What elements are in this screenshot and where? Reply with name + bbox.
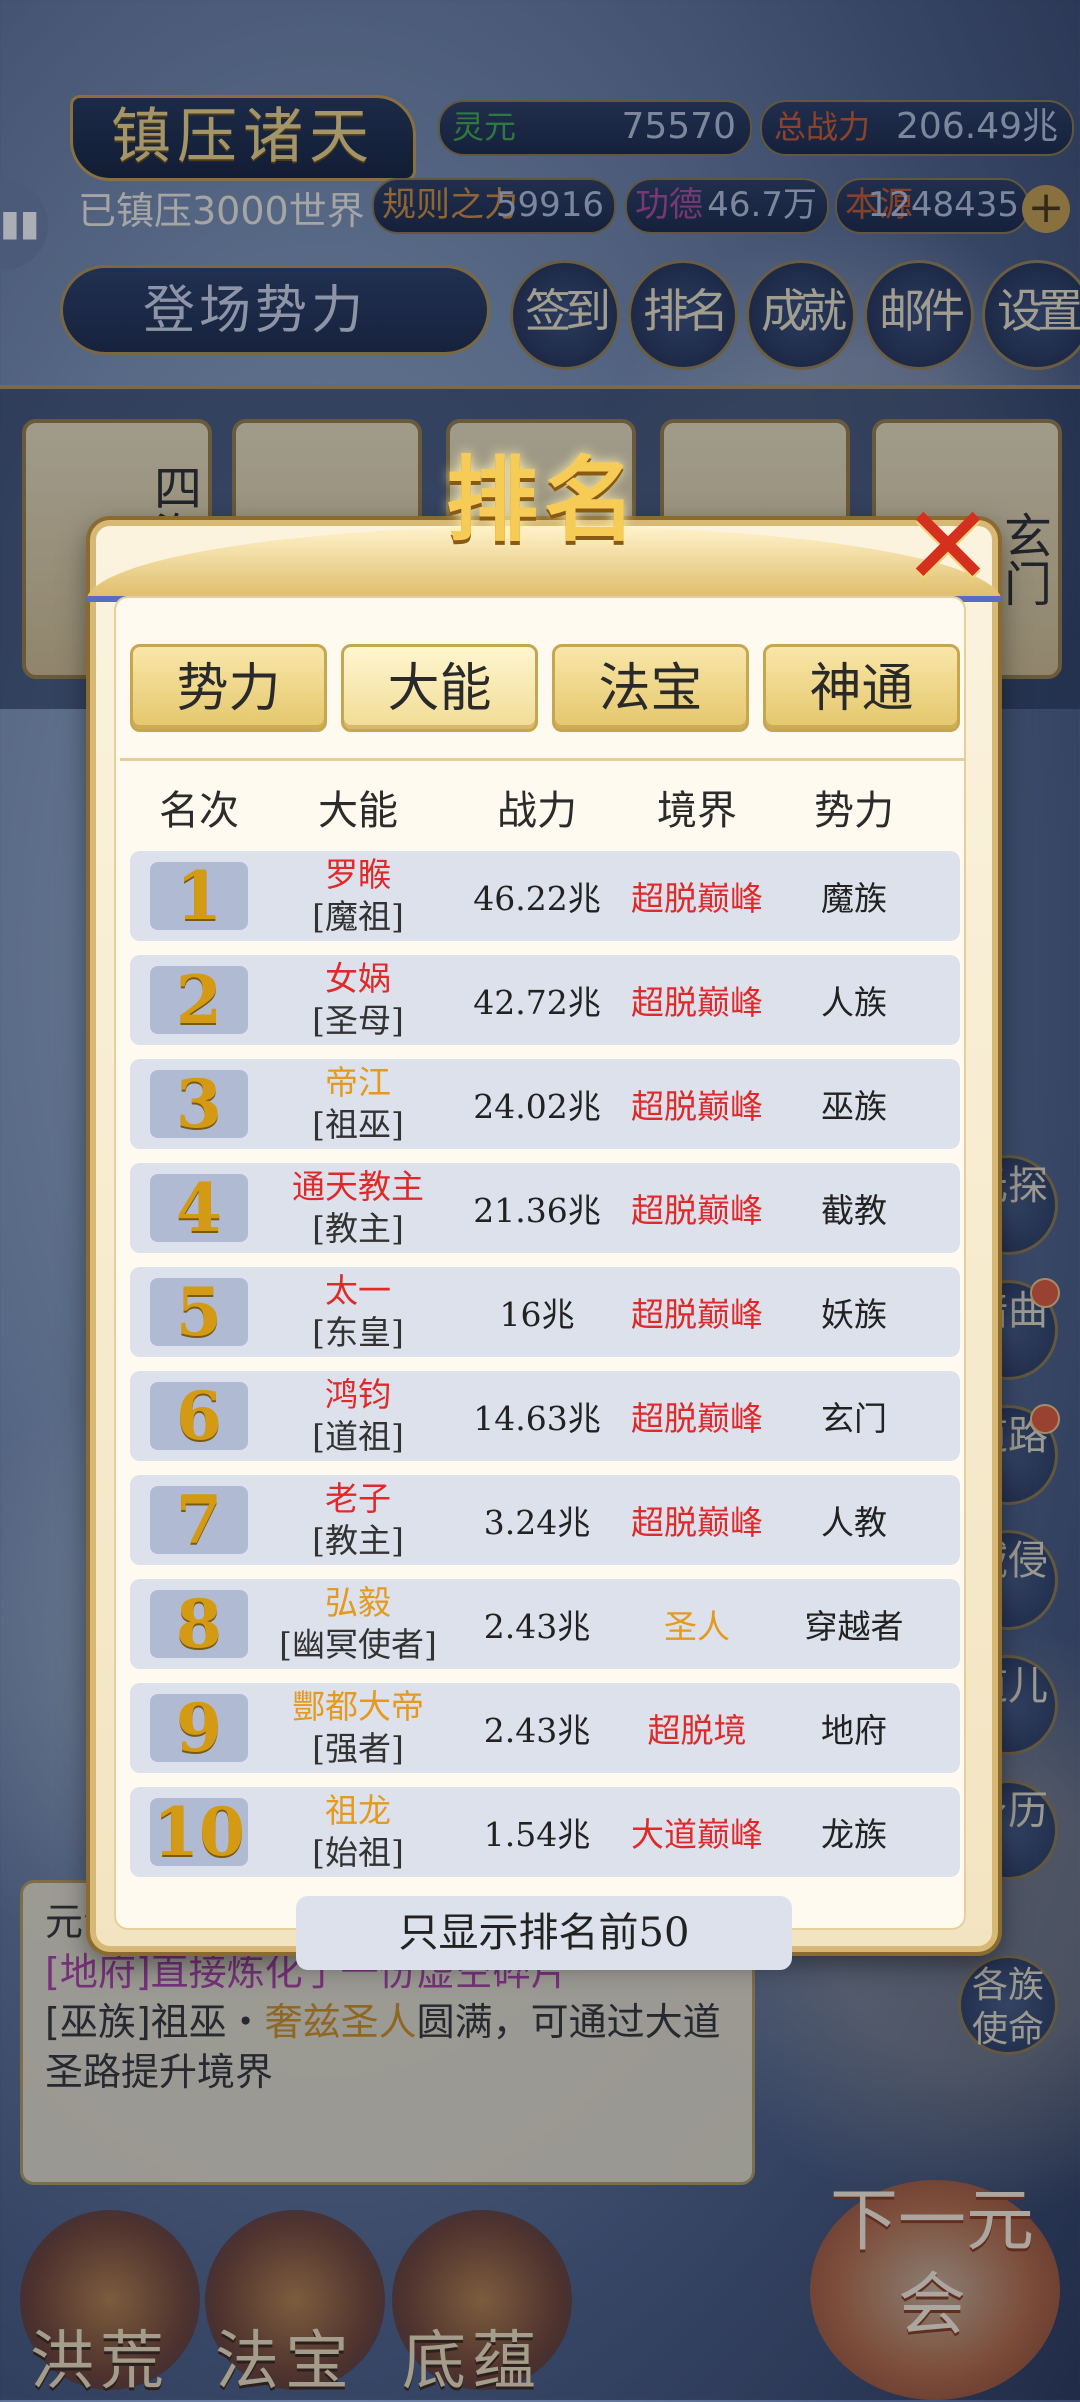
faction-value: 地府 xyxy=(821,1711,887,1750)
table-row[interactable]: 4 通天教主 [教主] 21.36兆 超脱巅峰 截教 xyxy=(130,1163,960,1253)
table-row[interactable]: 5 太一 [东皇] 16兆 超脱巅峰 妖族 xyxy=(130,1267,960,1357)
great-power-name: 酆都大帝 xyxy=(292,1687,424,1726)
rank-number: 10 xyxy=(150,1798,248,1866)
realm-value: 超脱巅峰 xyxy=(631,1399,763,1438)
great-power-title: [东皇] xyxy=(312,1313,404,1352)
table-header: 名次 大能 战力 境界 势力 xyxy=(130,776,960,846)
faction-value: 穿越者 xyxy=(804,1607,904,1646)
table-row[interactable]: 8 弘毅 [幽冥使者] 2.43兆 圣人 穿越者 xyxy=(130,1579,960,1669)
modal-title: 排名 xyxy=(445,446,642,554)
great-power-title: [教主] xyxy=(312,1209,404,1248)
realm-value: 超脱巅峰 xyxy=(631,1295,763,1334)
rank-number: 7 xyxy=(150,1486,248,1554)
power-value: 16兆 xyxy=(499,1295,575,1334)
realm-value: 大道巅峰 xyxy=(631,1815,763,1854)
table-row[interactable]: 2 女娲 [圣母] 42.72兆 超脱巅峰 人族 xyxy=(130,955,960,1045)
faction-value: 妖族 xyxy=(821,1295,887,1334)
name-cell: 通天教主 [教主] xyxy=(268,1166,448,1250)
great-power-name: 帝江 xyxy=(325,1063,391,1102)
power-value: 24.02兆 xyxy=(473,1087,601,1126)
ranking-modal: 排名 ✕ 势力 大能 法宝 神通 名次 大能 战力 境界 势力 1 罗睺 [魔祖… xyxy=(86,446,1002,1970)
realm-value: 超脱巅峰 xyxy=(631,983,763,1022)
name-cell: 太一 [东皇] xyxy=(268,1270,448,1354)
rank-number: 4 xyxy=(150,1174,248,1242)
name-cell: 鸿钧 [道祖] xyxy=(268,1374,448,1458)
table-row[interactable]: 3 帝江 [祖巫] 24.02兆 超脱巅峰 巫族 xyxy=(130,1059,960,1149)
great-power-title: [教主] xyxy=(312,1521,404,1560)
name-cell: 祖龙 [始祖] xyxy=(268,1790,448,1874)
great-power-name: 弘毅 xyxy=(325,1583,391,1622)
great-power-title: [始祖] xyxy=(312,1833,404,1872)
great-power-name: 罗睺 xyxy=(325,855,391,894)
rank-number: 3 xyxy=(150,1070,248,1138)
column-header-faction: 势力 xyxy=(814,788,894,834)
power-value: 2.43兆 xyxy=(483,1607,591,1646)
realm-value: 超脱巅峰 xyxy=(631,1191,763,1230)
great-power-name: 太一 xyxy=(325,1271,391,1310)
realm-value: 超脱巅峰 xyxy=(631,1503,763,1542)
rank-number: 1 xyxy=(150,862,248,930)
table-row[interactable]: 10 祖龙 [始祖] 1.54兆 大道巅峰 龙族 xyxy=(130,1787,960,1877)
name-cell: 酆都大帝 [强者] xyxy=(268,1686,448,1770)
realm-value: 超脱境 xyxy=(647,1711,747,1750)
power-value: 3.24兆 xyxy=(483,1503,591,1542)
great-power-title: [圣母] xyxy=(312,1001,404,1040)
rank-number: 8 xyxy=(150,1590,248,1658)
faction-value: 龙族 xyxy=(821,1815,887,1854)
rank-number: 9 xyxy=(150,1694,248,1762)
great-power-title: [幽冥使者] xyxy=(279,1625,437,1664)
table-row[interactable]: 1 罗睺 [魔祖] 46.22兆 超脱巅峰 魔族 xyxy=(130,851,960,941)
realm-value: 超脱巅峰 xyxy=(631,1087,763,1126)
power-value: 14.63兆 xyxy=(473,1399,601,1438)
column-header-rank: 名次 xyxy=(159,788,239,834)
rank-number: 6 xyxy=(150,1382,248,1450)
modal-frame: 排名 ✕ 势力 大能 法宝 神通 名次 大能 战力 境界 势力 1 罗睺 [魔祖… xyxy=(86,446,1002,1970)
great-power-name: 鸿钧 xyxy=(325,1375,391,1414)
power-value: 21.36兆 xyxy=(473,1191,601,1230)
ranking-tabs: 势力 大能 法宝 神通 xyxy=(130,644,960,732)
power-value: 42.72兆 xyxy=(473,983,601,1022)
great-power-name: 祖龙 xyxy=(325,1791,391,1830)
divider xyxy=(120,758,966,761)
great-power-title: [祖巫] xyxy=(312,1105,404,1144)
great-power-name: 女娲 xyxy=(325,959,391,998)
close-icon[interactable]: ✕ xyxy=(898,491,998,601)
faction-value: 人族 xyxy=(821,983,887,1022)
great-power-title: [魔祖] xyxy=(312,897,404,936)
power-value: 1.54兆 xyxy=(483,1815,591,1854)
name-cell: 弘毅 [幽冥使者] xyxy=(268,1582,448,1666)
power-value: 46.22兆 xyxy=(473,879,601,918)
great-power-name: 老子 xyxy=(325,1479,391,1518)
great-power-name: 通天教主 xyxy=(292,1167,424,1206)
tab-treasure[interactable]: 法宝 xyxy=(552,644,749,732)
faction-value: 巫族 xyxy=(821,1087,887,1126)
column-header-name: 大能 xyxy=(318,788,398,834)
faction-value: 魔族 xyxy=(821,879,887,918)
great-power-title: [道祖] xyxy=(312,1417,404,1456)
faction-value: 人教 xyxy=(821,1503,887,1542)
ranking-list: 1 罗睺 [魔祖] 46.22兆 超脱巅峰 魔族 2 女娲 [圣母] 42.72… xyxy=(130,851,960,1891)
great-power-title: [强者] xyxy=(312,1729,404,1768)
column-header-power: 战力 xyxy=(497,788,577,834)
realm-value: 圣人 xyxy=(664,1607,730,1646)
table-row[interactable]: 9 酆都大帝 [强者] 2.43兆 超脱境 地府 xyxy=(130,1683,960,1773)
tab-divine-skill[interactable]: 神通 xyxy=(763,644,960,732)
power-value: 2.43兆 xyxy=(483,1711,591,1750)
name-cell: 罗睺 [魔祖] xyxy=(268,854,448,938)
name-cell: 老子 [教主] xyxy=(268,1478,448,1562)
name-cell: 帝江 [祖巫] xyxy=(268,1062,448,1146)
top50-note: 只显示排名前50 xyxy=(296,1896,792,1970)
tab-faction[interactable]: 势力 xyxy=(130,644,327,732)
faction-value: 玄门 xyxy=(821,1399,887,1438)
rank-number: 5 xyxy=(150,1278,248,1346)
name-cell: 女娲 [圣母] xyxy=(268,958,448,1042)
column-header-realm: 境界 xyxy=(657,788,737,834)
tab-great-power[interactable]: 大能 xyxy=(341,644,538,732)
table-row[interactable]: 7 老子 [教主] 3.24兆 超脱巅峰 人教 xyxy=(130,1475,960,1565)
realm-value: 超脱巅峰 xyxy=(631,879,763,918)
table-row[interactable]: 6 鸿钧 [道祖] 14.63兆 超脱巅峰 玄门 xyxy=(130,1371,960,1461)
faction-value: 截教 xyxy=(821,1191,887,1230)
rank-number: 2 xyxy=(150,966,248,1034)
